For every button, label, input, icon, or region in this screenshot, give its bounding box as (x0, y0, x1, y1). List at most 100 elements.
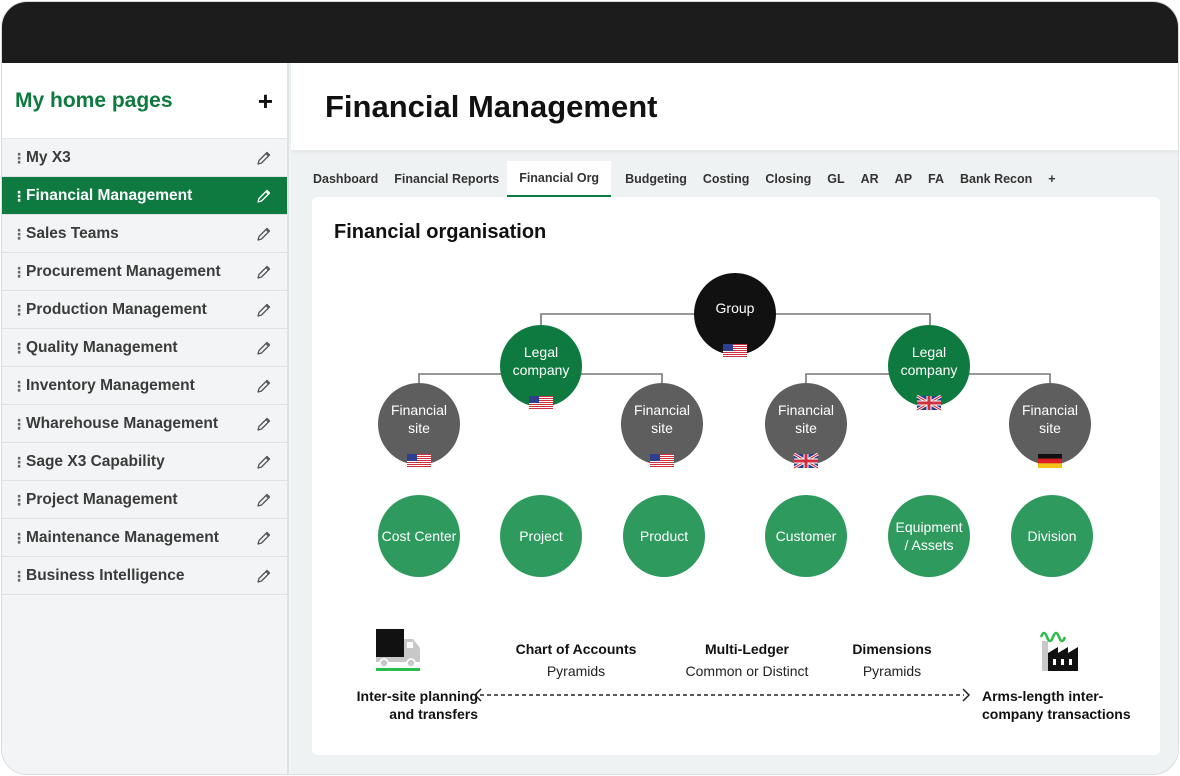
node-label: site (408, 420, 430, 436)
sidebar-item[interactable]: ⋮ Business Intelligence (2, 557, 287, 595)
node-label: company (513, 362, 570, 378)
sidebar-item[interactable]: ⋮ Production Management (2, 291, 287, 329)
left-caption: Inter-site planning and transfers (356, 688, 478, 722)
sidebar-item[interactable]: ⋮ Wharehouse Management (2, 405, 287, 443)
node-label: Equipment (896, 519, 963, 535)
sidebar-item[interactable]: ⋮ Inventory Management (2, 367, 287, 405)
tab-financial-reports[interactable]: Financial Reports (386, 161, 507, 197)
drag-handle-icon[interactable]: ⋮ (12, 341, 26, 355)
sidebar-item-label: Sales Teams (26, 224, 119, 242)
tab-add-button[interactable]: + (1040, 161, 1063, 197)
sidebar-item-label: My X3 (26, 148, 71, 166)
pencil-icon[interactable] (255, 187, 273, 205)
tab-bank-recon[interactable]: Bank Recon (952, 161, 1040, 197)
node-label: Cost Center (382, 528, 457, 544)
node-label: site (1039, 420, 1061, 436)
pencil-icon[interactable] (255, 567, 273, 585)
drag-handle-icon[interactable]: ⋮ (12, 189, 26, 203)
us-flag-icon (650, 454, 674, 468)
factory-icon (1038, 627, 1084, 673)
pencil-icon[interactable] (255, 377, 273, 395)
drag-handle-icon[interactable]: ⋮ (12, 227, 26, 241)
sidebar-item-label: Financial Management (26, 186, 193, 204)
tab-dashboard[interactable]: Dashboard (305, 161, 386, 197)
sidebar-item-label: Sage X3 Capability (26, 452, 165, 470)
node-label: Legal (524, 344, 558, 360)
node-label: Project (519, 528, 563, 544)
pencil-icon[interactable] (255, 301, 273, 319)
germany-flag-icon (1038, 454, 1062, 468)
sidebar-item-label: Wharehouse Management (26, 414, 219, 432)
pencil-icon[interactable] (255, 453, 273, 471)
drag-handle-icon[interactable]: ⋮ (12, 455, 26, 469)
sidebar-item[interactable]: ⋮ Sage X3 Capability (2, 443, 287, 481)
drag-handle-icon[interactable]: ⋮ (12, 569, 26, 583)
sidebar-item-label: Business Intelligence (26, 566, 185, 584)
tab-gl[interactable]: GL (819, 161, 852, 197)
pencil-icon[interactable] (255, 491, 273, 509)
uk-flag-icon (916, 394, 942, 412)
node-label: Customer (776, 528, 837, 544)
tab-costing[interactable]: Costing (695, 161, 758, 197)
sidebar-item-label: Quality Management (26, 338, 178, 356)
feature-subtitle: Pyramids (546, 663, 606, 679)
tab-bar: Dashboard Financial Reports Financial Org B… (305, 161, 1064, 197)
sidebar-header: My home pages + (2, 63, 287, 139)
node-label: site (795, 420, 817, 436)
dimension-node[interactable] (888, 495, 970, 577)
tab-ar[interactable]: AR (853, 161, 887, 197)
sidebar-item[interactable]: ⋮ Financial Management (2, 177, 287, 215)
page-header: Financial Management (291, 63, 1178, 150)
add-home-page-button[interactable]: + (258, 88, 273, 114)
sidebar-item-label: Maintenance Management (26, 528, 219, 546)
drag-handle-icon[interactable]: ⋮ (12, 379, 26, 393)
sidebar: My home pages + ⋮ My X3 ⋮ Financial Managem… (2, 63, 289, 774)
pencil-icon[interactable] (255, 415, 273, 433)
drag-handle-icon[interactable]: ⋮ (12, 493, 26, 507)
transfer-arrow (473, 688, 971, 702)
feature-title: Dimensions (852, 641, 932, 657)
main-panel: Financial Management Dashboard Financial … (291, 63, 1178, 774)
uk-flag-icon (793, 452, 819, 470)
pencil-icon[interactable] (255, 225, 273, 243)
drag-handle-icon[interactable]: ⋮ (12, 151, 26, 165)
node-label: Product (640, 528, 688, 544)
pencil-icon[interactable] (255, 529, 273, 547)
sidebar-item[interactable]: ⋮ Project Management (2, 481, 287, 519)
sidebar-title: My home pages (15, 88, 173, 112)
financial-org-card: Financial organisation Group Legal company… (312, 197, 1160, 755)
feature-title: Chart of Accounts (515, 641, 637, 657)
node-label: Division (1027, 528, 1076, 544)
feature-subtitle: Pyramids (862, 663, 922, 679)
home-page-list: ⋮ My X3 ⋮ Financial Management ⋮ Sales Teams ⋮… (2, 139, 287, 595)
node-label: company (901, 362, 958, 378)
pencil-icon[interactable] (255, 263, 273, 281)
node-label: Group (716, 300, 755, 316)
node-label: Financial (634, 402, 690, 418)
right-caption: Arms-length inter- company transactions (982, 688, 1131, 722)
sidebar-item-label: Inventory Management (26, 376, 195, 394)
app-window: My home pages + ⋮ My X3 ⋮ Financial Managem… (1, 1, 1179, 775)
tab-closing[interactable]: Closing (757, 161, 819, 197)
sidebar-item[interactable]: ⋮ Quality Management (2, 329, 287, 367)
tab-ap[interactable]: AP (887, 161, 920, 197)
drag-handle-icon[interactable]: ⋮ (12, 303, 26, 317)
pencil-icon[interactable] (255, 149, 273, 167)
page-title: Financial Management (325, 88, 658, 124)
node-label: Financial (778, 402, 834, 418)
tab-budgeting[interactable]: Budgeting (617, 161, 695, 197)
sidebar-item-label: Project Management (26, 490, 178, 508)
sidebar-item[interactable]: ⋮ My X3 (2, 139, 287, 177)
sidebar-item-label: Procurement Management (26, 262, 221, 280)
truck-icon (374, 627, 422, 671)
tab-financial-org[interactable]: Financial Org (507, 161, 612, 197)
sidebar-item[interactable]: ⋮ Maintenance Management (2, 519, 287, 557)
drag-handle-icon[interactable]: ⋮ (12, 417, 26, 431)
drag-handle-icon[interactable]: ⋮ (12, 265, 26, 279)
pencil-icon[interactable] (255, 339, 273, 357)
sidebar-item-label: Production Management (26, 300, 207, 318)
sidebar-item[interactable]: ⋮ Sales Teams (2, 215, 287, 253)
drag-handle-icon[interactable]: ⋮ (12, 531, 26, 545)
tab-fa[interactable]: FA (920, 161, 952, 197)
sidebar-item[interactable]: ⋮ Procurement Management (2, 253, 287, 291)
